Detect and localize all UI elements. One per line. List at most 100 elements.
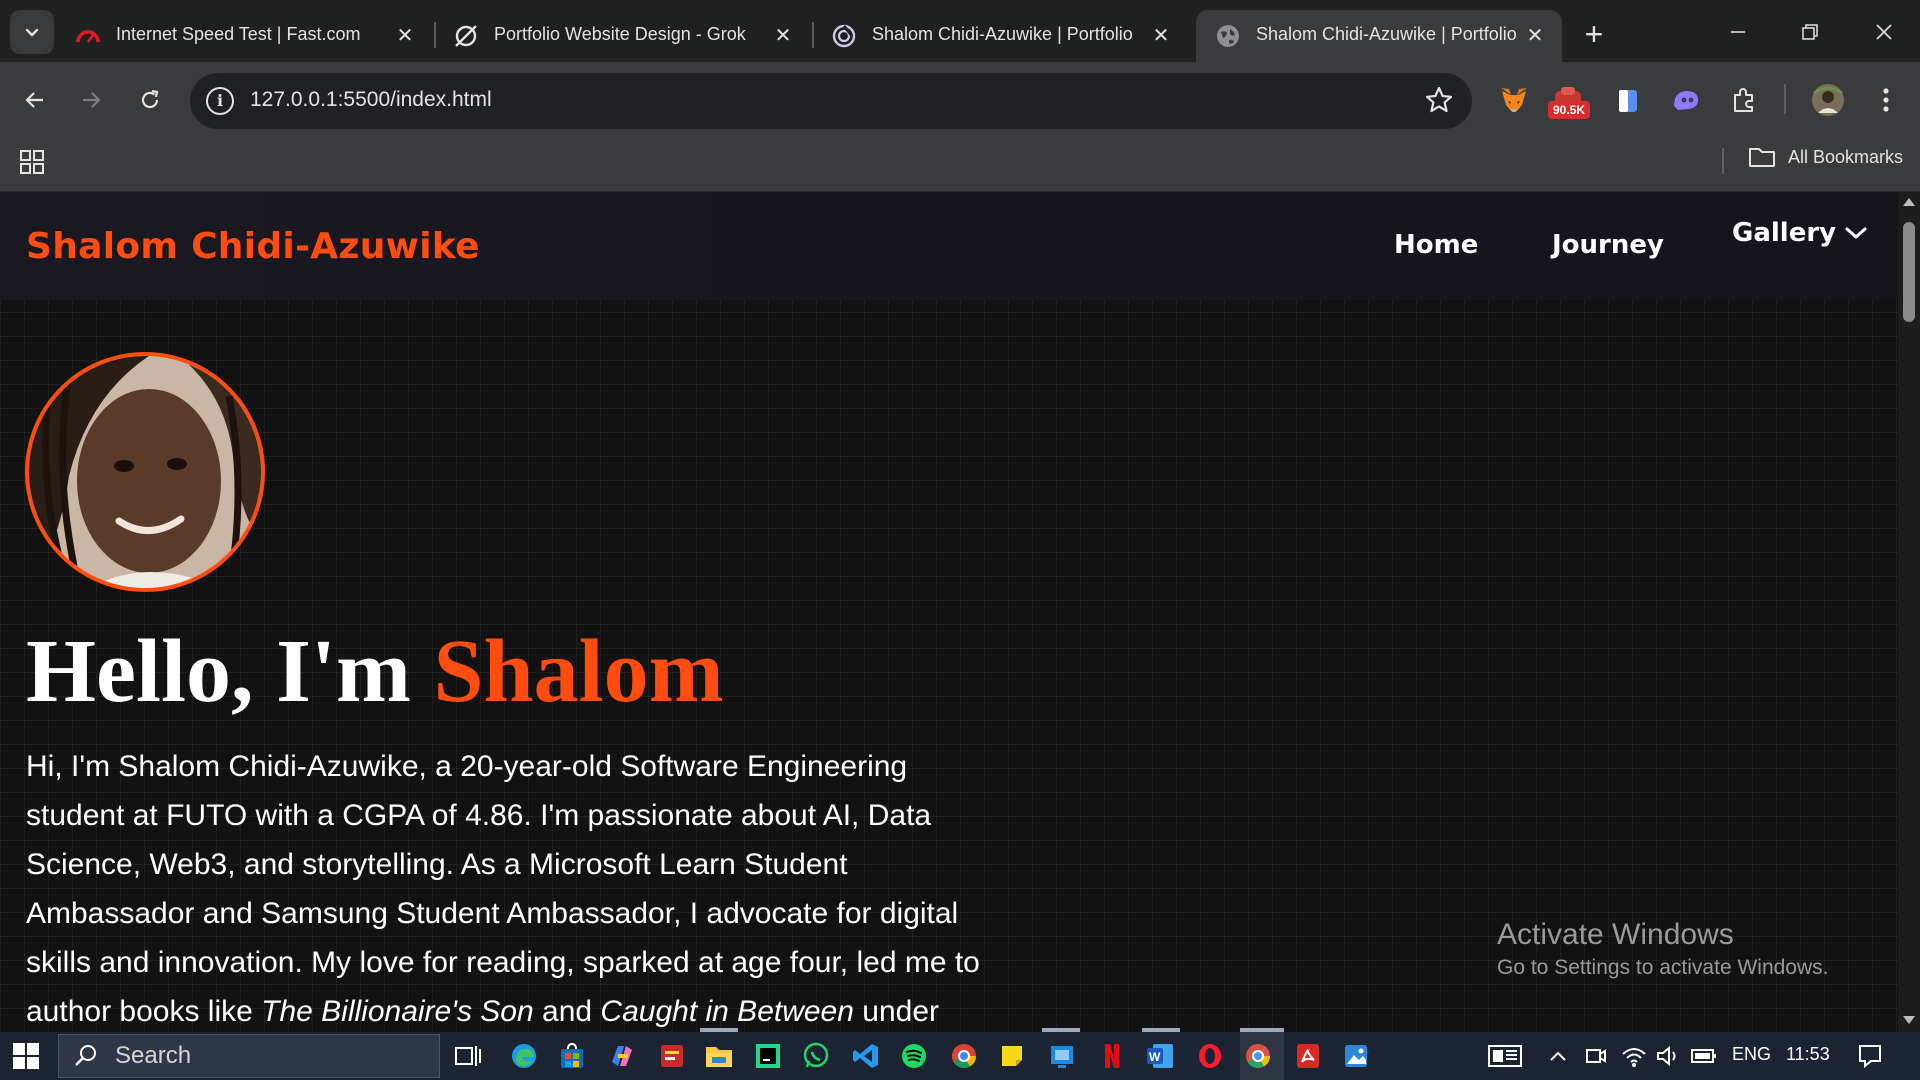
bookmarks-divider (1722, 148, 1724, 174)
profile-avatar[interactable] (1808, 80, 1848, 120)
activate-windows-watermark: Activate Windows Go to Settings to activ… (1497, 918, 1829, 980)
meet-now-icon[interactable] (1580, 1040, 1612, 1072)
news-widget-icon[interactable] (1486, 1040, 1524, 1072)
arrow-left-icon (25, 92, 43, 108)
watermark-line1: Activate Windows (1497, 918, 1734, 951)
site-brand[interactable]: Shalom Chidi-Azuwike (26, 226, 480, 267)
opera-icon[interactable] (1194, 1040, 1226, 1072)
pycharm-icon[interactable] (752, 1040, 784, 1072)
url-text[interactable]: 127.0.0.1:5500/index.html (250, 88, 492, 112)
nav-link-gallery[interactable]: Gallery (1732, 218, 1868, 248)
kebab-menu-icon (1883, 88, 1889, 112)
chrome-icon[interactable] (948, 1040, 980, 1072)
spotify-icon[interactable] (898, 1040, 930, 1072)
back-button[interactable] (15, 80, 55, 120)
running-indicator (1142, 1028, 1180, 1032)
watermark-line2: Go to Settings to activate Windows. (1497, 956, 1829, 979)
tab-title: Internet Speed Test | Fast.com (116, 24, 361, 44)
close-window-button[interactable] (1854, 10, 1914, 54)
microsoft-store-icon[interactable] (556, 1040, 588, 1072)
metamask-extension-icon[interactable] (1494, 80, 1534, 120)
folder-icon (1749, 148, 1775, 167)
browser-menu-button[interactable] (1866, 80, 1906, 120)
blue-app-icon[interactable] (1046, 1040, 1078, 1072)
hero-greeting: Hello, I'm (26, 622, 411, 721)
minimize-button[interactable] (1708, 10, 1768, 54)
notifications-icon[interactable] (1854, 1040, 1886, 1072)
copilot-icon[interactable] (606, 1040, 638, 1072)
taskbar-search-placeholder: Search (115, 1042, 192, 1069)
tab-title: Shalom Chidi-Azuwike | Portfolio (1256, 24, 1517, 44)
whatsapp-icon[interactable] (800, 1040, 832, 1072)
tab-search-button[interactable] (10, 10, 54, 54)
close-tab-icon[interactable]: ✕ (1522, 22, 1548, 48)
netflix-icon[interactable] (1096, 1040, 1128, 1072)
browser-tab-strip: Internet Speed Test | Fast.com ✕ Portfol… (0, 0, 1920, 62)
chevron-down-icon (25, 28, 39, 37)
close-icon (1876, 24, 1892, 40)
running-indicator (700, 1028, 738, 1032)
close-tab-icon[interactable]: ✕ (1148, 22, 1174, 48)
photos-icon[interactable] (1340, 1040, 1372, 1072)
browser-tab[interactable]: Internet Speed Test | Fast.com ✕ (56, 10, 432, 62)
start-button[interactable] (12, 1042, 40, 1070)
globe-icon (1214, 22, 1242, 50)
hero-heading: Hello, I'm Shalom (26, 620, 724, 723)
bookmark-extension-icon[interactable] (1608, 80, 1648, 120)
svg-text:W: W (1149, 1050, 1161, 1064)
hero-name: Shalom (433, 622, 724, 721)
language-indicator[interactable]: ENG (1732, 1044, 1771, 1065)
bio-paragraph: Hi, I'm Shalom Chidi-Azuwike, a 20-year-… (26, 742, 986, 1032)
scroll-down-arrow[interactable] (1903, 1016, 1915, 1024)
arrow-right-icon (83, 92, 101, 108)
chevron-up-icon[interactable] (1542, 1040, 1574, 1072)
wifi-icon[interactable] (1618, 1040, 1650, 1072)
page-viewport: Shalom Chidi-Azuwike Home Journey Galler… (0, 192, 1898, 1032)
scroll-up-arrow[interactable] (1903, 198, 1915, 206)
vscode-icon[interactable] (850, 1040, 882, 1072)
reload-icon (141, 89, 159, 109)
book-title: Caught in Between (600, 995, 854, 1028)
new-tab-button[interactable]: + (1574, 14, 1614, 54)
clock[interactable]: 11:53 (1786, 1044, 1830, 1065)
minimize-icon (1731, 31, 1745, 33)
extensions-puzzle-icon[interactable] (1724, 80, 1764, 120)
book-title: The Billionaire's Son (261, 995, 534, 1028)
nav-link-journey[interactable]: Journey (1552, 230, 1664, 260)
all-bookmarks-label: All Bookmarks (1788, 146, 1904, 167)
address-bar[interactable]: i 127.0.0.1:5500/index.html (190, 73, 1472, 129)
restore-button[interactable] (1780, 10, 1840, 54)
browser-tab-active[interactable]: Shalom Chidi-Azuwike | Portfolio ✕ (1196, 10, 1562, 62)
bookmark-star-icon[interactable] (1424, 85, 1454, 120)
taskbar-search[interactable]: Search (58, 1034, 440, 1078)
browser-tab[interactable]: Portfolio Website Design - Grok ✕ (434, 10, 810, 62)
edge-icon[interactable] (508, 1040, 540, 1072)
battery-icon[interactable] (1688, 1040, 1720, 1072)
red-app-icon[interactable] (656, 1040, 688, 1072)
brain-extension-icon[interactable] (1666, 80, 1706, 120)
forward-button[interactable] (71, 80, 111, 120)
close-tab-icon[interactable]: ✕ (392, 22, 418, 48)
browser-tab[interactable]: Shalom Chidi-Azuwike | Portfolio ✕ (812, 10, 1188, 62)
bookmarks-bar: All Bookmarks (0, 138, 1920, 192)
gallery-label: Gallery (1732, 218, 1837, 248)
running-indicator (1042, 1028, 1080, 1032)
nav-link-home[interactable]: Home (1394, 230, 1478, 260)
task-view-icon[interactable] (452, 1040, 484, 1072)
page-scrollbar[interactable] (1898, 192, 1920, 1032)
live-server-icon (830, 22, 858, 50)
file-explorer-icon[interactable] (703, 1040, 735, 1072)
volume-icon[interactable] (1652, 1040, 1684, 1072)
acrobat-icon[interactable] (1292, 1040, 1324, 1072)
close-tab-icon[interactable]: ✕ (770, 22, 796, 48)
all-bookmarks-button[interactable]: All Bookmarks (1748, 146, 1903, 168)
word-icon[interactable]: W (1144, 1040, 1176, 1072)
scroll-thumb[interactable] (1903, 222, 1915, 322)
active-app-highlight (1240, 1030, 1284, 1080)
apps-grid-icon[interactable] (18, 148, 48, 178)
reload-button[interactable] (130, 80, 170, 120)
site-info-icon[interactable]: i (206, 87, 234, 115)
windows-taskbar: Search W ENG 11:53 (0, 1030, 1920, 1080)
extension-badge: 90.5K (1548, 101, 1591, 119)
sticky-notes-icon[interactable] (996, 1040, 1028, 1072)
